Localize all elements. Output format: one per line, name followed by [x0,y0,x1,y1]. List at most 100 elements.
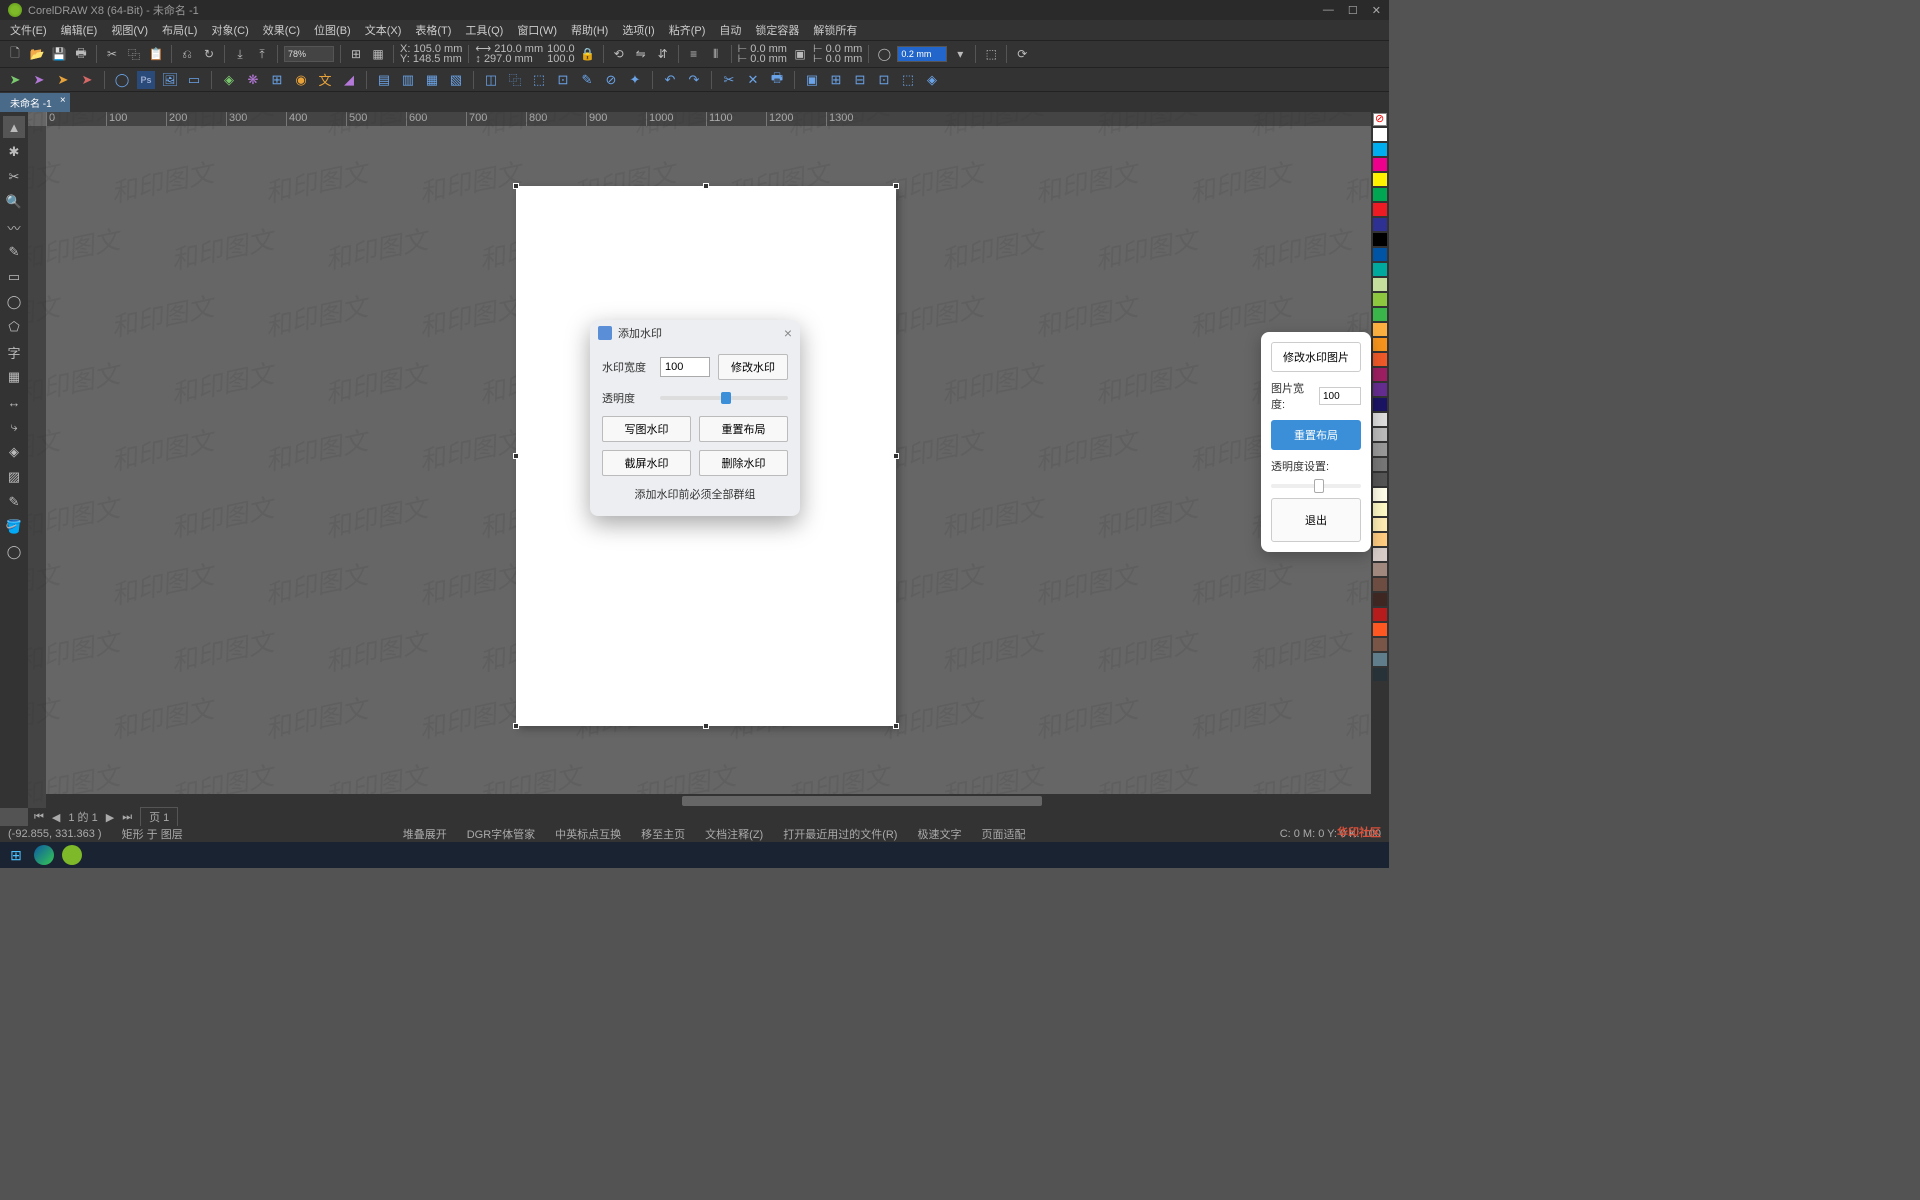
export-icon[interactable]: ⤒ [253,45,271,63]
color-swatch[interactable] [1373,638,1387,651]
t1-icon[interactable]: ▤ [375,71,393,89]
transparency-tool[interactable]: ▨ [3,466,25,488]
color-swatch[interactable] [1373,623,1387,636]
grid-icon[interactable]: ▦ [369,45,387,63]
color-swatch[interactable] [1373,308,1387,321]
color-swatch[interactable] [1373,593,1387,606]
modify-button[interactable]: 修改水印 [718,354,788,380]
save-icon[interactable]: 💾 [50,45,68,63]
color-swatch[interactable] [1373,533,1387,546]
new-icon[interactable]: 🗋 [6,45,24,63]
m1-icon[interactable]: ✂ [720,71,738,89]
panel-reset-button[interactable]: 重置布局 [1271,420,1361,450]
menu-object[interactable]: 对象(C) [205,20,254,40]
reset-layout-button[interactable]: 重置布局 [699,416,788,442]
color-swatch[interactable] [1373,323,1387,336]
color-swatch[interactable] [1373,278,1387,291]
shape-tool[interactable]: ✱ [3,141,25,163]
effects-tool[interactable]: ◈ [3,441,25,463]
opacity-slider[interactable] [660,396,788,400]
t8-icon[interactable]: ⊡ [554,71,572,89]
screenshot-watermark-button[interactable]: 截屏水印 [602,450,691,476]
menu-view[interactable]: 视图(V) [105,20,154,40]
menu-table[interactable]: 表格(T) [409,20,457,40]
image-icon[interactable]: 🖼 [161,71,179,89]
color-swatch[interactable] [1373,263,1387,276]
cursor-icon[interactable]: ➤ [6,71,24,89]
import-icon[interactable]: ⤓ [231,45,249,63]
menu-options[interactable]: 选项(I) [616,20,660,40]
flip-h-icon[interactable]: ⇋ [632,45,650,63]
menu-lock[interactable]: 锁定容器 [749,20,805,40]
page-first-icon[interactable]: ⏮ [34,811,44,824]
wrap-icon[interactable]: ⬚ [982,45,1000,63]
color-swatch[interactable] [1373,443,1387,456]
color-swatch[interactable] [1373,398,1387,411]
bb2[interactable]: DGR字体管家 [467,826,535,842]
width-input[interactable] [660,357,710,377]
color-swatch[interactable] [1373,383,1387,396]
color-swatch[interactable] [1373,563,1387,576]
margin-icon[interactable]: ▣ [791,45,809,63]
fill-tool[interactable]: 🪣 [3,516,25,538]
connector-tool[interactable]: ⤷ [3,416,25,438]
zoom-input[interactable] [284,46,334,62]
dimension-tool[interactable]: ↔ [3,391,25,413]
g4-icon[interactable]: ⊡ [875,71,893,89]
cut-icon[interactable]: ✂ [103,45,121,63]
g2-icon[interactable]: ⊞ [827,71,845,89]
menu-edit[interactable]: 编辑(E) [55,20,104,40]
menu-text[interactable]: 文本(X) [359,20,408,40]
color-swatch[interactable] [1373,128,1387,141]
color-swatch[interactable] [1373,413,1387,426]
exit-button[interactable]: 退出 [1271,498,1361,542]
bb1[interactable]: 堆叠展开 [403,829,447,841]
color-swatch[interactable] [1373,188,1387,201]
rectangle-tool[interactable]: ▭ [3,266,25,288]
color-swatch[interactable] [1373,158,1387,171]
menu-file[interactable]: 文件(E) [4,20,53,40]
outline-width-input[interactable] [897,46,947,62]
color-swatch[interactable] [1373,473,1387,486]
outline-icon[interactable]: ◯ [875,45,893,63]
g1-icon[interactable]: ▣ [803,71,821,89]
cursor4-icon[interactable]: ➤ [78,71,96,89]
color-swatch[interactable] [1373,608,1387,621]
redo-icon[interactable]: ↻ [200,45,218,63]
color-swatch[interactable] [1373,503,1387,516]
eyedropper-tool[interactable]: ✎ [3,491,25,513]
artistic-tool[interactable]: ✎ [3,241,25,263]
t3-icon[interactable]: ▦ [423,71,441,89]
bb6[interactable]: 打开最近用过的文件(R) [783,826,897,842]
lock-ratio-icon[interactable]: 🔒 [579,45,597,63]
undo-icon[interactable]: ⎌ [178,45,196,63]
color-swatch[interactable] [1373,548,1387,561]
ellipse-tool[interactable]: ◯ [3,291,25,313]
color-swatch[interactable] [1373,578,1387,591]
print-icon[interactable]: 🖶 [72,45,90,63]
color-swatch[interactable] [1373,353,1387,366]
pick-tool[interactable]: ▲ [3,116,25,138]
fx4-icon[interactable]: ◉ [292,71,310,89]
color-swatch[interactable] [1373,293,1387,306]
text-icon[interactable]: 文 [316,71,334,89]
align-icon[interactable]: ≡ [685,45,703,63]
g5-icon[interactable]: ⬚ [899,71,917,89]
color-swatch[interactable] [1373,173,1387,186]
fx1-icon[interactable]: ◈ [220,71,238,89]
crop-tool[interactable]: ✂ [3,166,25,188]
edge-icon[interactable] [34,845,54,865]
color-swatch[interactable] [1373,368,1387,381]
page-last-icon[interactable]: ⏭ [122,811,132,824]
color-swatch[interactable] [1373,233,1387,246]
bb5[interactable]: 文档注释(Z) [705,826,763,842]
ps-icon[interactable]: Ps [137,71,155,89]
fx2-icon[interactable]: ❋ [244,71,262,89]
lasso-icon[interactable]: ◯ [113,71,131,89]
corel-taskbar-icon[interactable] [62,845,82,865]
color-swatch[interactable] [1373,248,1387,261]
write-watermark-button[interactable]: 写图水印 [602,416,691,442]
menu-effects[interactable]: 效果(C) [257,20,306,40]
g3-icon[interactable]: ⊟ [851,71,869,89]
page-prev-icon[interactable]: ◀ [52,811,60,824]
